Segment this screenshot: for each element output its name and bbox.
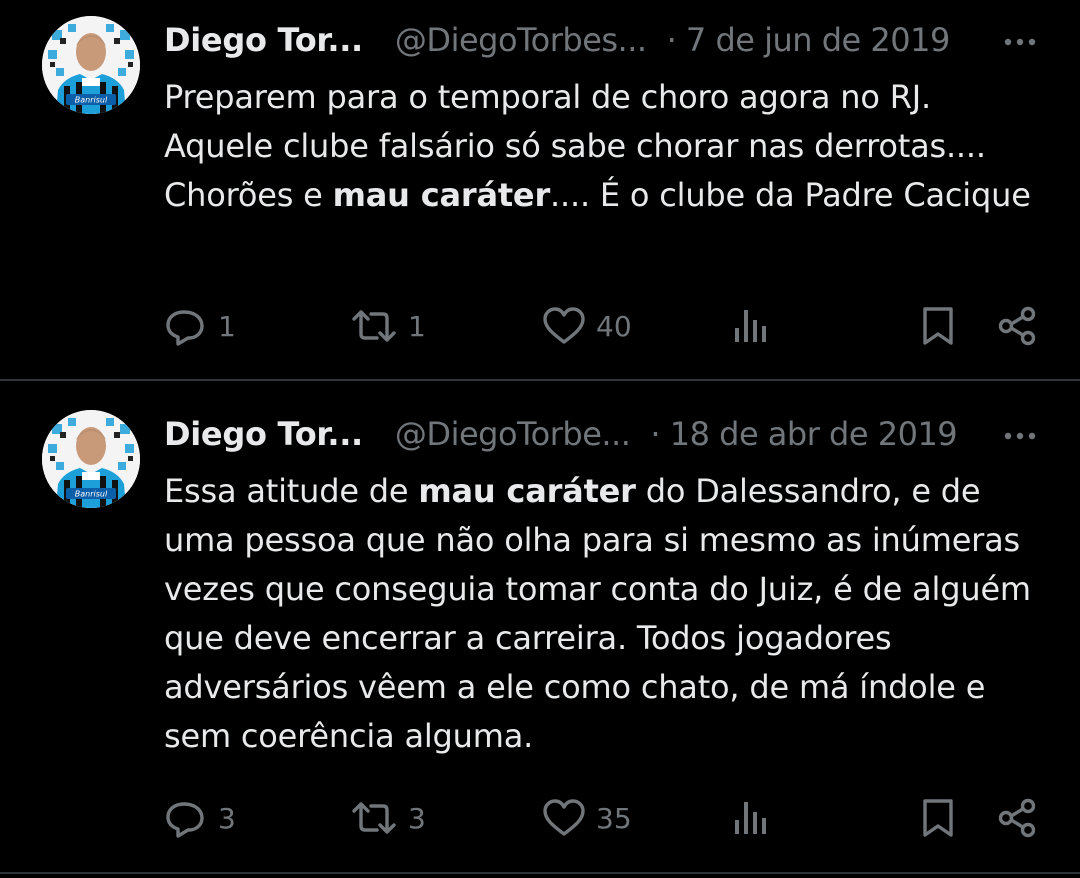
reply-button[interactable]: 1 [164,303,236,349]
like-button[interactable]: 40 [542,303,632,349]
author-name[interactable]: Diego Tor... [164,21,363,59]
tweet[interactable]: Banrisul Diego Tor... @DiegoTorbes... · … [0,0,1080,380]
tweet-actions: 3 3 35 [164,795,1044,841]
divider [0,872,1080,874]
retweet-count: 1 [408,309,426,343]
views-icon [735,310,766,342]
reply-icon [166,310,204,346]
like-count: 35 [596,801,632,835]
share-button[interactable] [996,303,1038,349]
tweet-header: Diego Tor... @DiegoTorbe... · 18 de abr … [164,412,1040,456]
tweet-text-bold: mau caráter [418,472,636,510]
like-count: 40 [596,309,632,343]
heart-icon [543,799,585,836]
share-button[interactable] [996,795,1038,841]
retweet-count: 3 [408,801,426,835]
tweet-date[interactable]: · 7 de jun de 2019 [667,21,951,59]
reply-icon [166,802,204,838]
more-icon[interactable] [1000,420,1040,448]
retweet-button[interactable]: 1 [350,303,426,349]
avatar-image: Banrisul [42,16,140,114]
bookmark-button[interactable] [920,795,956,841]
reply-count: 1 [218,309,236,343]
avatar-image: Banrisul [42,410,140,508]
share-icon [998,798,1036,838]
like-button[interactable]: 35 [542,795,632,841]
tweet-text: Essa atitude de mau caráter do Dalessand… [164,467,1044,761]
author-handle[interactable]: @DiegoTorbe... [395,415,631,453]
reply-count: 3 [218,801,236,835]
bookmark-icon [923,307,953,345]
author-name[interactable]: Diego Tor... [164,415,363,453]
tweet-text-part: Essa atitude de [164,472,419,510]
bookmark-icon [923,799,953,837]
reply-button[interactable]: 3 [164,795,236,841]
views-button[interactable] [732,795,768,841]
more-icon[interactable] [1000,26,1040,54]
divider [0,379,1080,381]
retweet-button[interactable]: 3 [350,795,426,841]
bookmark-button[interactable] [920,303,956,349]
retweet-icon [352,310,396,342]
tweet-text-part: do Dalessandro, e de uma pessoa que não … [164,472,1031,755]
views-button[interactable] [732,303,768,349]
avatar[interactable]: Banrisul [42,16,140,114]
tweet-text: Preparem para o temporal de choro agora … [164,73,1044,220]
avatar[interactable]: Banrisul [42,410,140,508]
author-handle[interactable]: @DiegoTorbes... [395,21,647,59]
heart-icon [543,307,585,344]
svg-text:Banrisul: Banrisul [75,96,108,105]
tweet-header: Diego Tor... @DiegoTorbes... · 7 de jun … [164,18,1040,62]
tweet[interactable]: Banrisul Diego Tor... @DiegoTorbe... · 1… [0,382,1080,872]
tweet-text-part: .... É o clube da Padre Cacique [550,176,1031,214]
tweet-date[interactable]: · 18 de abr de 2019 [650,415,957,453]
tweet-actions: 1 1 40 [164,303,1044,349]
views-icon [735,802,766,834]
tweet-text-bold: mau caráter [332,176,551,214]
svg-text:Banrisul: Banrisul [75,490,108,499]
retweet-icon [352,802,396,834]
share-icon [998,306,1036,346]
